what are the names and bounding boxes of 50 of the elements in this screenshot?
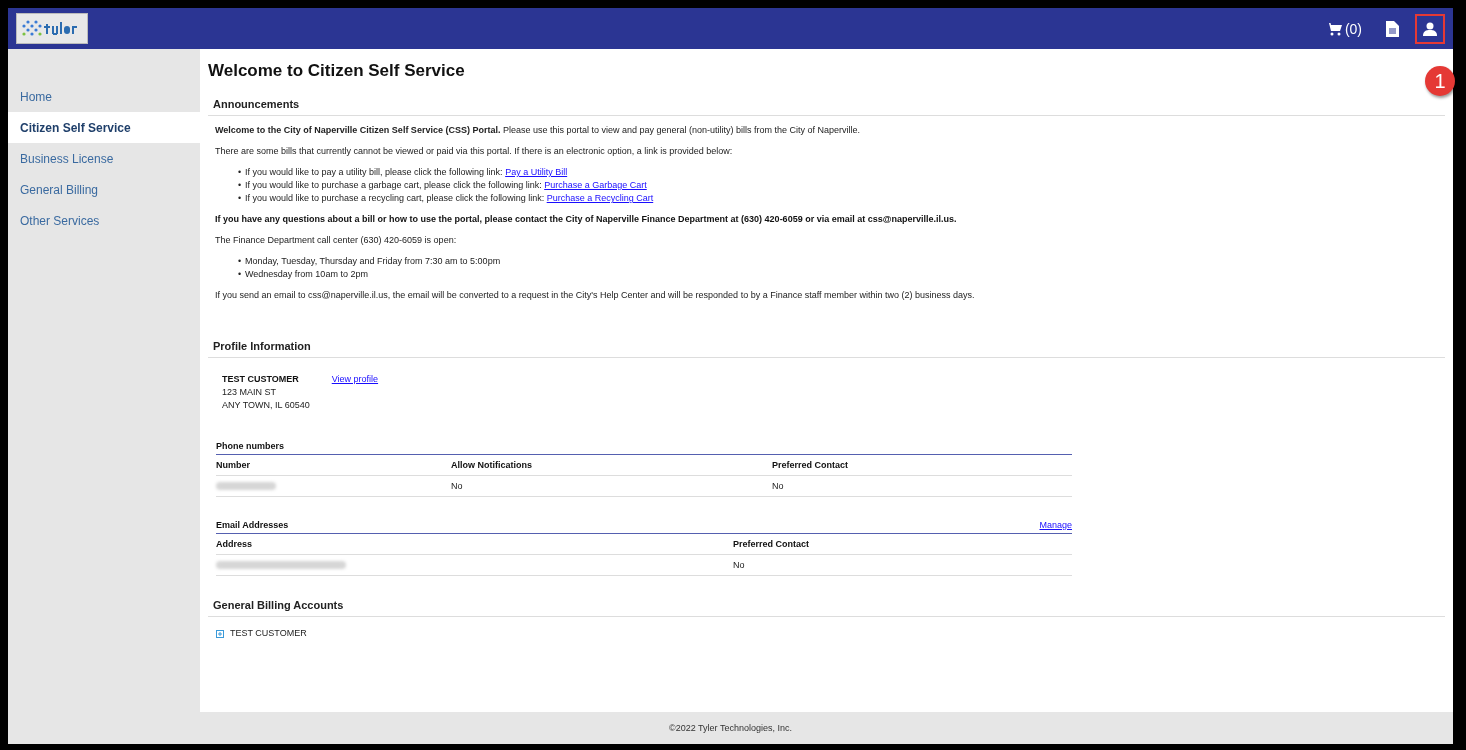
table-cell-text: No [451, 479, 464, 493]
table-cell-text: No [733, 558, 746, 572]
bullet: • [238, 255, 243, 268]
user-icon[interactable] [1415, 13, 1445, 44]
address-line: 123 MAIN ST [222, 386, 278, 399]
link[interactable]: Purchase a Garbage Cart [544, 180, 647, 190]
annotation-badge: 1 [1425, 66, 1455, 96]
table-title: Phone numbers [216, 440, 284, 453]
list-item: If you would like to pay a utility bill, please click the following link: [245, 167, 503, 177]
sidebar-item[interactable]: Home [8, 81, 200, 112]
manage-link[interactable]: Manage [1039, 519, 1072, 532]
announcement-text: There are some bills that currently cannot be viewed or paid via this portal. If there is an electronic option, a link is provided below: [215, 145, 734, 158]
section-heading: Profile Information [208, 339, 1445, 358]
column-header: Number [216, 458, 251, 472]
section-heading: General Billing Accounts [208, 598, 1445, 617]
copyright-text: ©2022 Tyler Technologies, Inc. [669, 723, 792, 733]
table-cell-text: No [772, 479, 785, 493]
document-icon[interactable] [1386, 20, 1399, 37]
list-item: If you would like to purchase a garbage cart, please click the following link: [245, 180, 542, 190]
column-header: Preferred Contact [733, 537, 811, 551]
column-header: Address [216, 537, 253, 551]
view-profile-link[interactable]: View profile [331, 374, 379, 384]
sidebar-item[interactable]: Business License [8, 143, 200, 174]
cart-button[interactable]: (0) [1325, 20, 1362, 37]
list-item: Monday, Tuesday, Thursday and Friday from 7:30 am to 5:00pm [245, 256, 501, 266]
address-line: ANY TOWN, IL 60540 [222, 399, 310, 412]
bullet: • [238, 192, 243, 205]
bullet: • [238, 179, 243, 192]
column-header: Preferred Contact [772, 458, 850, 472]
list-item: Wednesday from 10am to 2pm [245, 269, 368, 279]
announcement-text: The Finance Department call center (630) 420-6059 is open: [215, 234, 458, 247]
bullet: • [238, 268, 243, 281]
link[interactable]: Purchase a Recycling Cart [546, 193, 654, 203]
blurred-value [216, 482, 276, 490]
link[interactable]: Pay a Utility Bill [505, 167, 568, 177]
contact-notice: If you have any questions about a bill or how to use the portal, please contact the City of Naperville Finance Department at (630) 420-6059 or via email at css@naperville.il.us. [215, 213, 958, 226]
account-name[interactable]: TEST CUSTOMER [230, 627, 307, 640]
expand-icon[interactable] [216, 629, 224, 638]
announcement-text: If you send an email to css@naperville.il.us, the email will be converted to a request in the City's Help Center and will be responded to by a Finance staff member within two (2) business days. [215, 289, 976, 302]
table-title: Email Addresses [216, 519, 289, 532]
tyler-logo[interactable] [16, 13, 88, 44]
sidebar-item[interactable]: Other Services [8, 205, 200, 236]
column-header: Allow Notifications [451, 458, 533, 472]
sidebar-item[interactable]: Citizen Self Service [8, 112, 200, 143]
section-heading: Announcements [208, 97, 1445, 116]
customer-name: TEST CUSTOMER [222, 373, 300, 386]
bullet: • [238, 166, 243, 179]
list-item: If you would like to purchase a recycling cart, please click the following link: [245, 193, 545, 203]
sidebar-item[interactable]: General Billing [8, 174, 200, 205]
announcement-text: Welcome to the City of Naperville Citizen Self Service (CSS) Portal. Please use this portal to view and pay general (non-utility) bills from the City of Naperville. [215, 124, 862, 137]
